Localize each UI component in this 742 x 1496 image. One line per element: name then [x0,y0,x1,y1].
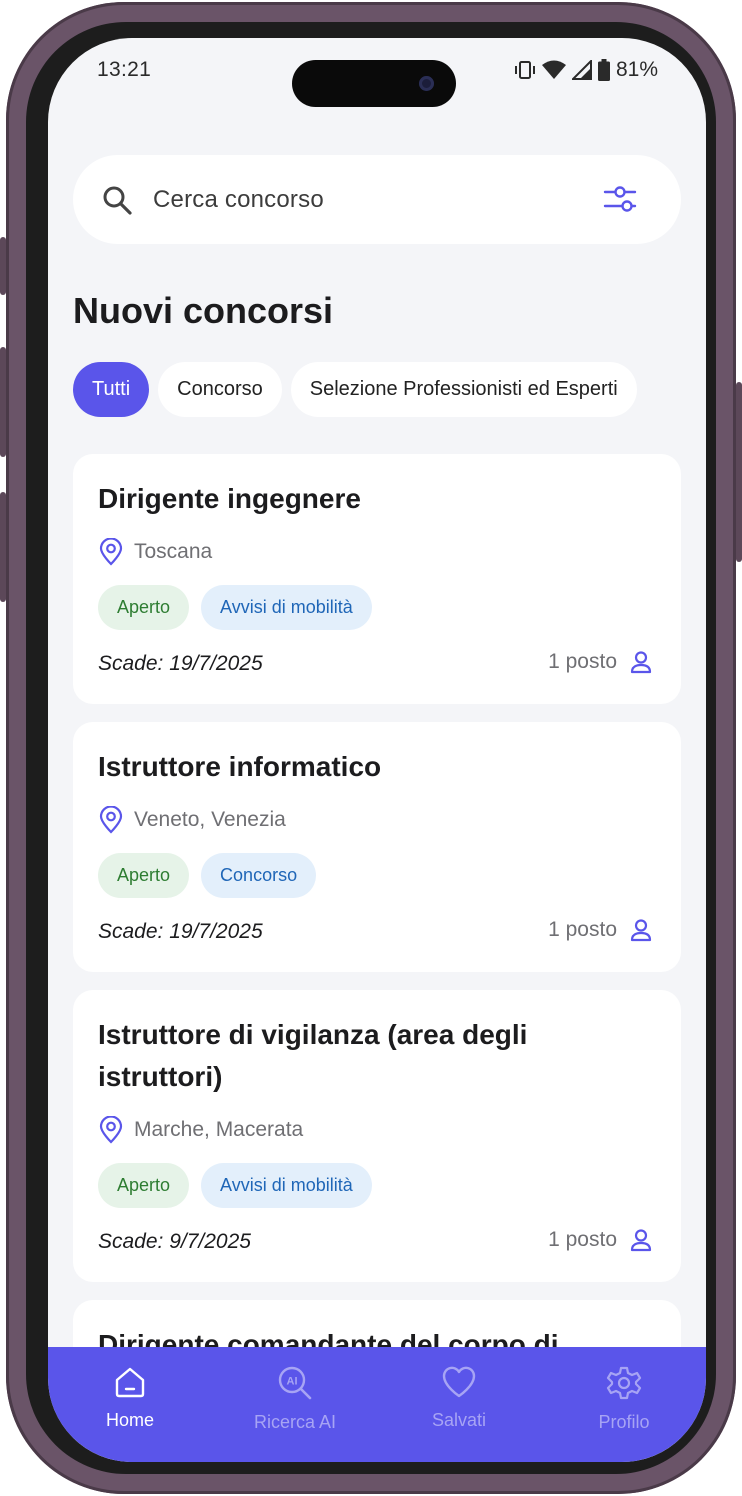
card-tags: Aperto Avvisi di mobilità [98,585,372,630]
nav-salvati[interactable]: Salvati [389,1365,529,1431]
search-icon [103,186,132,215]
card-title: Istruttore di vigilanza (area degli istr… [98,1019,528,1092]
card-location: Marche, Macerata [98,1116,303,1144]
card-tags: Aperto Avvisi di mobilità [98,1163,372,1208]
chip-concorso[interactable]: Concorso [158,362,282,417]
location-pin-icon [99,538,123,566]
card-deadline: Scade: 19/7/2025 [98,652,263,675]
volume-down-button [0,492,6,602]
nav-label: Home [105,1410,154,1430]
section-title: Nuovi concorsi [73,290,334,331]
status-badge: Aperto [98,1163,190,1208]
concorso-card[interactable]: Dirigente ingegnere Toscana Aperto Avvis… [73,454,681,704]
status-badge: Aperto [98,853,190,898]
card-tags: Aperto Concorso [98,853,317,898]
wifi-icon [541,60,566,79]
nav-ricerca-ai[interactable]: AI Ricerca AI [225,1365,365,1433]
camera-icon [419,76,434,91]
card-deadline: Scade: 9/7/2025 [98,1230,251,1253]
card-title: Istruttore informatico [98,751,382,782]
location-pin-icon [99,1116,123,1144]
posts-text: 1 posto [548,650,617,673]
status-indicators: 81% [514,58,658,82]
person-icon [630,919,652,942]
action-button [0,237,6,295]
ai-search-icon: AI [278,1366,312,1400]
location-text: Veneto, Venezia [134,808,286,831]
gear-icon [606,1366,642,1400]
concorso-card[interactable]: Istruttore di vigilanza (area degli istr… [73,990,681,1282]
nav-profilo[interactable]: Profilo [554,1365,694,1433]
nav-label: Ricerca AI [253,1412,337,1432]
card-deadline: Scade: 19/7/2025 [98,920,263,943]
search-input[interactable]: Cerca concorso [153,186,324,214]
chip-selezione-professionisti[interactable]: Selezione Professionisti ed Esperti [290,362,637,417]
card-posts: 1 posto [548,650,653,674]
person-icon [630,651,652,674]
search-bar[interactable]: Cerca concorso [73,155,681,244]
phone-frame: 13:21 81% Cerca concorso Nuovi concorsi … [0,2,742,1494]
app-screen: 13:21 81% Cerca concorso Nuovi concorsi … [48,38,706,1462]
location-text: Toscana [134,540,213,563]
dynamic-island [292,60,456,107]
location-pin-icon [99,806,123,834]
card-title: Dirigente ingegnere [98,483,361,514]
bottom-navigation: Home AI Ricerca AI Salvati Profilo [48,1347,706,1462]
svg-text:AI: AI [287,1376,298,1388]
volume-up-button [0,347,6,457]
status-time: 13:21 [97,58,152,81]
location-text: Marche, Macerata [134,1118,304,1141]
home-icon [115,1367,145,1398]
posts-text: 1 posto [548,918,617,941]
heart-icon [442,1366,476,1398]
power-button [736,382,742,562]
chip-tutti[interactable]: Tutti [73,362,150,417]
card-location: Toscana [98,538,212,566]
nav-label: Profilo [598,1412,650,1432]
nav-home[interactable]: Home [60,1365,200,1431]
card-posts: 1 posto [548,1228,653,1252]
posts-text: 1 posto [548,1228,617,1251]
status-badge: Aperto [98,585,190,630]
battery-icon [597,59,610,81]
concorso-card[interactable]: Istruttore informatico Veneto, Venezia A… [73,722,681,972]
card-location: Veneto, Venezia [98,806,286,834]
vibrate-icon [514,61,535,79]
card-posts: 1 posto [548,918,653,942]
category-chips: Tutti Concorso Selezione Professionisti ed… [73,362,681,417]
type-badge: Concorso [201,853,317,898]
battery-percent: 81% [615,58,658,81]
type-badge: Avvisi di mobilità [201,1163,372,1208]
signal-icon [571,60,592,80]
status-bar: 13:21 81% [48,38,706,108]
filter-icon[interactable] [603,184,637,214]
person-icon [630,1229,652,1252]
type-badge: Avvisi di mobilità [201,585,372,630]
nav-label: Salvati [431,1410,487,1430]
